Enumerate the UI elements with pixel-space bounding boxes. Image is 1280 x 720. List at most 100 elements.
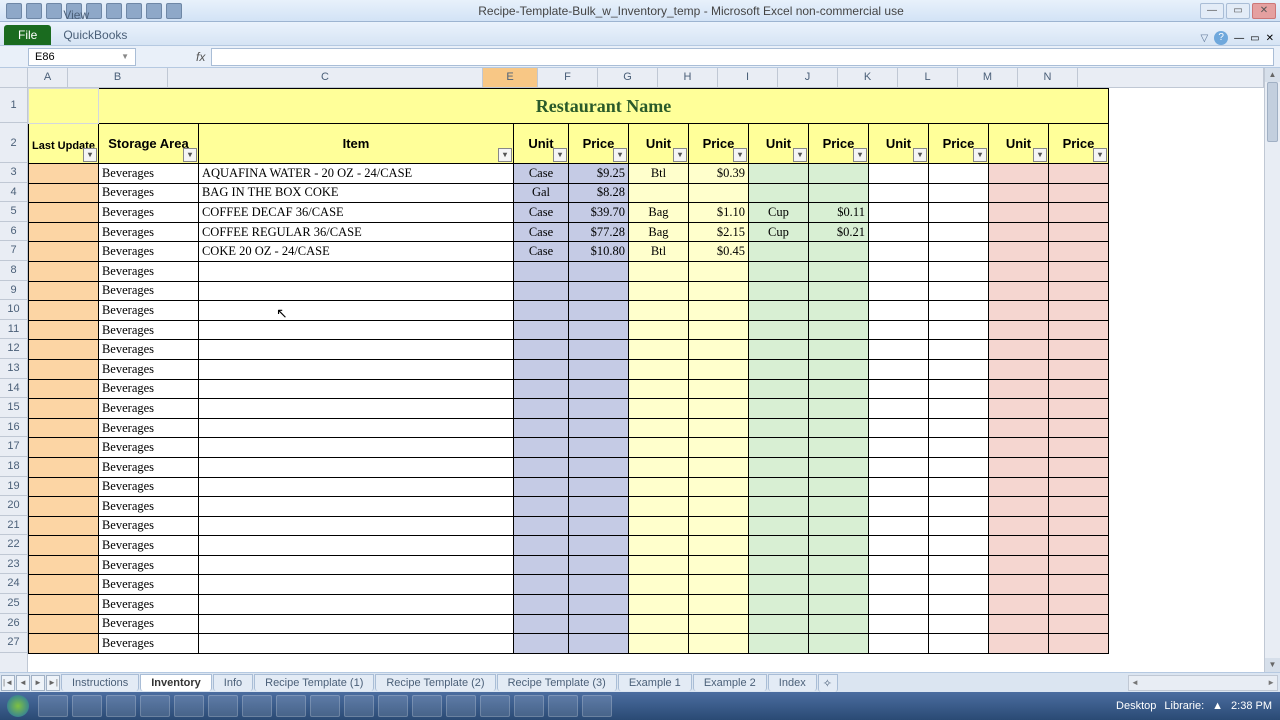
- cell[interactable]: [988, 457, 1048, 477]
- cell[interactable]: [198, 418, 513, 438]
- cell[interactable]: [868, 183, 928, 203]
- cell[interactable]: [513, 634, 568, 654]
- taskbar-excel-icon[interactable]: [242, 695, 272, 717]
- cell[interactable]: [748, 340, 808, 360]
- cell[interactable]: [513, 379, 568, 399]
- cell[interactable]: [748, 379, 808, 399]
- cell[interactable]: [1048, 614, 1108, 634]
- ribbon-win-close[interactable]: ✕: [1266, 33, 1274, 44]
- cell[interactable]: Beverages: [98, 222, 198, 242]
- row-header-8[interactable]: 8: [0, 261, 27, 281]
- cell[interactable]: [1048, 536, 1108, 556]
- col-header-H[interactable]: H: [658, 68, 718, 87]
- ribbon-min-icon[interactable]: ▽: [1200, 33, 1208, 44]
- cell[interactable]: [868, 555, 928, 575]
- cell[interactable]: [868, 575, 928, 595]
- cell[interactable]: [568, 281, 628, 301]
- cell[interactable]: [513, 359, 568, 379]
- cell[interactable]: Beverages: [98, 320, 198, 340]
- cell[interactable]: [513, 261, 568, 281]
- row-header-16[interactable]: 16: [0, 418, 27, 438]
- maximize-button[interactable]: ▭: [1226, 3, 1250, 19]
- cell[interactable]: [988, 379, 1048, 399]
- cell[interactable]: BAG IN THE BOX COKE: [198, 183, 513, 203]
- taskbar-explorer-icon[interactable]: [106, 695, 136, 717]
- cell[interactable]: [808, 438, 868, 458]
- cell[interactable]: [688, 183, 748, 203]
- col-header-J[interactable]: J: [778, 68, 838, 87]
- col-header-B[interactable]: B: [68, 68, 168, 87]
- cell[interactable]: [988, 555, 1048, 575]
- cell[interactable]: [513, 438, 568, 458]
- cell[interactable]: [928, 438, 988, 458]
- cell[interactable]: [568, 418, 628, 438]
- excel-icon[interactable]: [6, 3, 22, 19]
- cell[interactable]: [29, 555, 99, 575]
- cell[interactable]: [808, 497, 868, 517]
- cell[interactable]: [513, 555, 568, 575]
- taskbar-app-icon[interactable]: [446, 695, 476, 717]
- cell[interactable]: [868, 340, 928, 360]
- cell[interactable]: [748, 281, 808, 301]
- cell[interactable]: [868, 595, 928, 615]
- col-header-E[interactable]: E: [483, 68, 538, 87]
- cell[interactable]: [688, 457, 748, 477]
- cell[interactable]: $0.11: [808, 203, 868, 223]
- cell[interactable]: Beverages: [98, 457, 198, 477]
- cell[interactable]: [748, 555, 808, 575]
- cell[interactable]: [29, 418, 99, 438]
- cell[interactable]: [29, 340, 99, 360]
- restaurant-name-title[interactable]: Restaurant Name: [98, 89, 1108, 124]
- cell[interactable]: [568, 614, 628, 634]
- cells-area[interactable]: Restaurant NameLast Update▾Storage Area▾…: [28, 88, 1264, 672]
- cell[interactable]: [928, 575, 988, 595]
- cell[interactable]: [568, 516, 628, 536]
- cell[interactable]: [928, 203, 988, 223]
- sheet-tab-recipe-template-3-[interactable]: Recipe Template (3): [497, 674, 617, 691]
- col-header-I[interactable]: I: [718, 68, 778, 87]
- cell[interactable]: [29, 164, 99, 184]
- cell[interactable]: [748, 242, 808, 262]
- row-header-13[interactable]: 13: [0, 359, 27, 379]
- cell[interactable]: [198, 595, 513, 615]
- cell[interactable]: [868, 477, 928, 497]
- file-tab[interactable]: File: [4, 25, 51, 45]
- cell[interactable]: [198, 261, 513, 281]
- qat-icon[interactable]: [146, 3, 162, 19]
- cell[interactable]: [748, 320, 808, 340]
- cell[interactable]: [928, 536, 988, 556]
- cell[interactable]: [688, 595, 748, 615]
- cell[interactable]: $39.70: [568, 203, 628, 223]
- cell[interactable]: [808, 555, 868, 575]
- cell[interactable]: [198, 301, 513, 321]
- cell[interactable]: [748, 497, 808, 517]
- cell[interactable]: [628, 497, 688, 517]
- cell[interactable]: [628, 340, 688, 360]
- cell[interactable]: [513, 516, 568, 536]
- row-header-3[interactable]: 3: [0, 163, 27, 183]
- cell[interactable]: [1048, 320, 1108, 340]
- horizontal-scrollbar[interactable]: [1128, 675, 1278, 691]
- cell[interactable]: [29, 261, 99, 281]
- row-header-23[interactable]: 23: [0, 555, 27, 575]
- cell[interactable]: [748, 614, 808, 634]
- cell[interactable]: [988, 164, 1048, 184]
- cell[interactable]: [1048, 477, 1108, 497]
- taskbar-firefox-icon[interactable]: [72, 695, 102, 717]
- cell[interactable]: [513, 497, 568, 517]
- cell[interactable]: [198, 359, 513, 379]
- cell[interactable]: Cup: [748, 203, 808, 223]
- fx-icon[interactable]: fx: [196, 50, 205, 64]
- name-box[interactable]: E86▼: [28, 48, 136, 66]
- cell[interactable]: [988, 281, 1048, 301]
- cell[interactable]: [688, 497, 748, 517]
- row-headers[interactable]: 1234567891011121314151617181920212223242…: [0, 88, 28, 672]
- cell[interactable]: [628, 536, 688, 556]
- header-unit[interactable]: Unit▾: [628, 124, 688, 164]
- cell[interactable]: [928, 242, 988, 262]
- cell[interactable]: [748, 595, 808, 615]
- cell[interactable]: [628, 183, 688, 203]
- row-header-14[interactable]: 14: [0, 379, 27, 399]
- cell[interactable]: [928, 320, 988, 340]
- cell[interactable]: [628, 438, 688, 458]
